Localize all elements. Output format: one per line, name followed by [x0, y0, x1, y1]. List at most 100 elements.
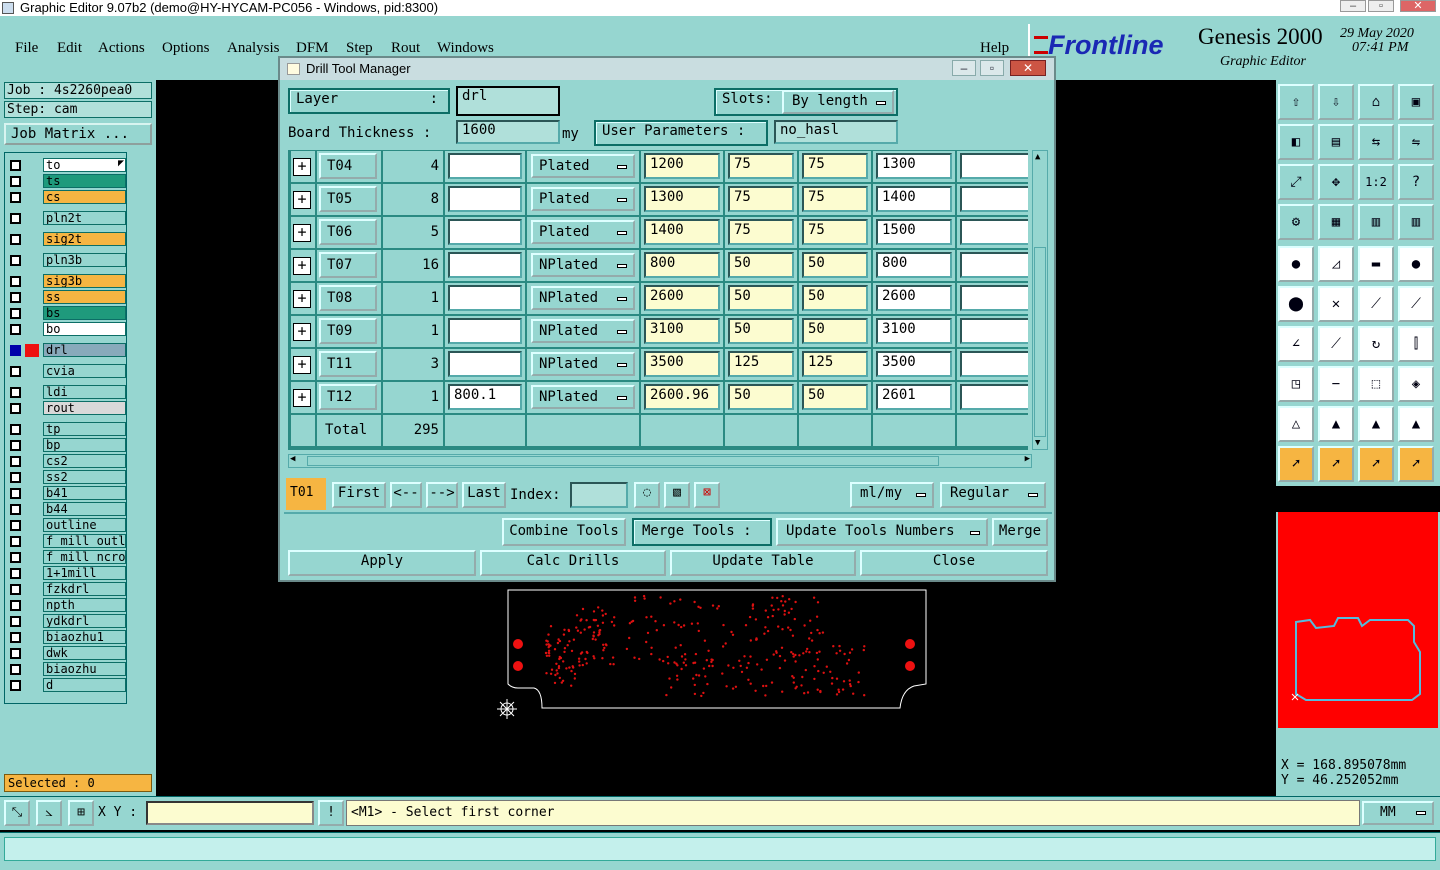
calc-drills-button[interactable]: Calc Drills — [480, 550, 666, 576]
tool-button[interactable]: T12 — [319, 384, 377, 410]
tol-minus-input[interactable]: 50 — [802, 285, 868, 311]
type-select[interactable]: Plated — [531, 187, 635, 211]
layer-checkbox[interactable] — [10, 568, 21, 579]
rotate-icon[interactable]: ↻ — [1358, 326, 1394, 362]
layer-row[interactable]: ts — [8, 174, 126, 188]
angle-icon[interactable]: ∠ — [1278, 326, 1314, 362]
layer-checkbox[interactable] — [10, 276, 21, 287]
board-canvas[interactable] — [506, 586, 928, 710]
zoom-area-icon[interactable]: ⤡ — [4, 800, 30, 826]
tool-button[interactable]: T05 — [319, 186, 377, 212]
layer-row[interactable]: biaozhu1 — [8, 630, 126, 644]
layer-checkbox[interactable] — [10, 600, 21, 611]
tri-a-icon[interactable]: △ — [1278, 406, 1314, 442]
layer-checkbox[interactable] — [10, 632, 21, 643]
layer-checkbox[interactable] — [10, 308, 21, 319]
bulb-icon[interactable]: ◌ — [634, 482, 660, 508]
dialog-minimize-icon[interactable]: – — [952, 60, 976, 76]
layer-name[interactable]: bp — [43, 438, 126, 452]
pointer-icon[interactable]: ➚ — [1278, 446, 1314, 482]
expand-icon[interactable]: + — [293, 224, 311, 242]
layer-checkbox[interactable] — [10, 680, 21, 691]
tol-plus-input[interactable]: 50 — [728, 318, 794, 344]
horizontal-scrollbar[interactable]: ◀ ▶ — [288, 454, 1032, 468]
dot-line-icon[interactable]: ⟋ — [1358, 286, 1394, 322]
layer-checkbox[interactable] — [10, 456, 21, 467]
minimize-icon[interactable]: – — [1340, 0, 1366, 12]
layer-name[interactable]: cs — [43, 190, 126, 204]
update-table-button[interactable]: Update Table — [670, 550, 856, 576]
finish-size-input[interactable] — [448, 219, 522, 245]
tol-plus-input[interactable]: 50 — [728, 252, 794, 278]
pointer-path-icon[interactable]: ➚ — [1398, 446, 1434, 482]
tool-button[interactable]: T09 — [319, 318, 377, 344]
overview-map[interactable] — [1278, 512, 1438, 728]
layer-checkbox[interactable] — [10, 536, 21, 547]
measure-icon[interactable]: ⦣ — [36, 800, 62, 826]
layer-name[interactable]: to — [43, 158, 126, 172]
split-icon[interactable]: ⫿ — [1398, 326, 1434, 362]
layer-name[interactable]: sig2t — [43, 232, 126, 246]
extra-input[interactable] — [960, 285, 1028, 311]
apply-button[interactable]: Apply — [288, 550, 476, 576]
layer-checkbox[interactable] — [10, 234, 21, 245]
menu-options[interactable]: Options — [162, 40, 210, 57]
layer-name[interactable]: rout — [43, 401, 126, 415]
layer-checkbox[interactable] — [10, 366, 21, 377]
layer-checkbox[interactable] — [10, 664, 21, 675]
extra-input[interactable] — [960, 252, 1028, 278]
drill-size-input[interactable]: 3500 — [876, 351, 952, 377]
layer-checkbox[interactable] — [10, 504, 21, 515]
drill-size-input[interactable]: 1300 — [876, 153, 952, 179]
xy-input[interactable] — [146, 801, 314, 825]
layer-row[interactable]: dwk — [8, 646, 126, 660]
drill-size-input[interactable]: 2600 — [876, 285, 952, 311]
help-icon[interactable]: ? — [1398, 164, 1434, 200]
layer-name[interactable]: ts — [43, 174, 126, 188]
vertical-scrollbar[interactable]: ▲ ▼ — [1032, 150, 1048, 450]
pointer-box-icon[interactable]: ➚ — [1318, 446, 1354, 482]
finish-size-input[interactable] — [448, 186, 522, 212]
type-select[interactable]: NPlated — [531, 319, 635, 343]
layer-name[interactable]: drl — [43, 343, 126, 357]
layer-row[interactable]: sig3b — [8, 274, 126, 288]
units-option[interactable]: ml/my — [850, 482, 934, 508]
layer-row[interactable]: pln2t — [8, 211, 126, 225]
close-icon[interactable]: ✕ — [1400, 0, 1436, 12]
settings-icon[interactable]: ⚙ — [1278, 204, 1314, 240]
layer-name[interactable]: tp — [43, 422, 126, 436]
grid-icon[interactable]: ⊞ — [68, 800, 94, 826]
tool-button[interactable]: T11 — [319, 351, 377, 377]
alert-icon[interactable]: ! — [318, 800, 344, 826]
layer-row[interactable]: b41 — [8, 486, 126, 500]
layer-row[interactable]: biaozhu — [8, 662, 126, 676]
finish-size-input[interactable] — [448, 285, 522, 311]
layer-name[interactable]: outline — [43, 518, 126, 532]
center-icon[interactable]: ✥ — [1318, 164, 1354, 200]
drill-size-input[interactable]: 1500 — [876, 219, 952, 245]
menu-windows[interactable]: Windows — [437, 40, 494, 57]
layer-checkbox[interactable] — [10, 424, 21, 435]
tool-button[interactable]: T08 — [319, 285, 377, 311]
size-input[interactable]: 1300 — [644, 186, 720, 212]
layer-checkbox[interactable] — [10, 292, 21, 303]
tol-minus-input[interactable]: 75 — [802, 153, 868, 179]
menu-file[interactable]: File — [15, 40, 38, 57]
dialog-maximize-icon[interactable]: ▫ — [980, 60, 1004, 76]
expand-icon[interactable]: + — [293, 323, 311, 341]
download-icon[interactable]: ⇩ — [1318, 84, 1354, 120]
layer-checkbox[interactable] — [10, 255, 21, 266]
tol-plus-input[interactable]: 75 — [728, 219, 794, 245]
maximize-icon[interactable]: ▫ — [1368, 0, 1394, 12]
extra-input[interactable] — [960, 219, 1028, 245]
dot-line2-icon[interactable]: ⟋ — [1398, 286, 1434, 322]
layer-row[interactable]: ss — [8, 290, 126, 304]
bracket-icon[interactable]: ⬚ — [1358, 366, 1394, 402]
type-select[interactable]: NPlated — [531, 385, 635, 409]
layer-row[interactable]: cs — [8, 190, 126, 204]
delete-icon[interactable]: ⊠ — [694, 482, 720, 508]
layer-name[interactable]: cs2 — [43, 454, 126, 468]
job-matrix-button[interactable]: Job Matrix ... — [4, 123, 152, 145]
tol-plus-input[interactable]: 125 — [728, 351, 794, 377]
size-input[interactable]: 800 — [644, 252, 720, 278]
